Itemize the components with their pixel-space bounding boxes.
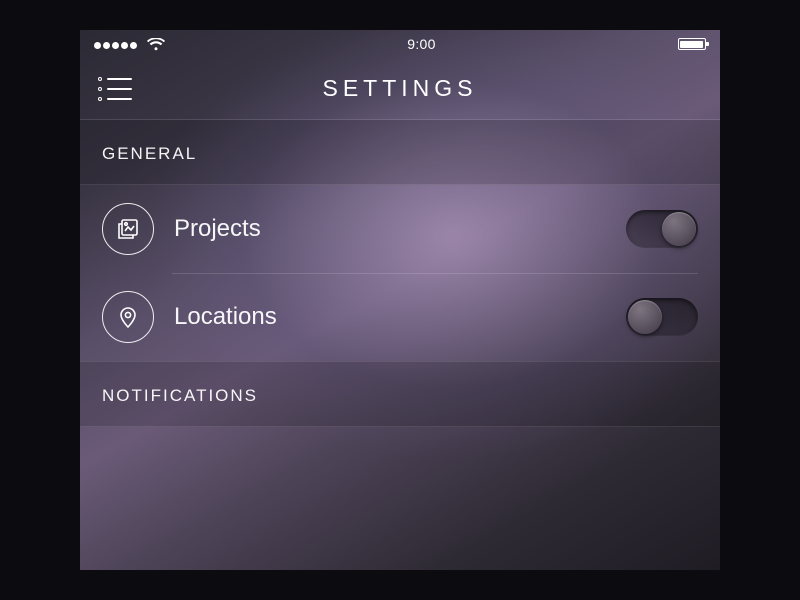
toggle-locations[interactable] [626, 298, 698, 336]
toggle-projects[interactable] [626, 210, 698, 248]
page-title: SETTINGS [80, 75, 720, 102]
section-header-general: GENERAL [80, 120, 720, 185]
signal-dots-icon [94, 37, 139, 52]
settings-screen: 9:00 SETTINGS GENERAL Projects [80, 30, 720, 570]
locations-icon [102, 291, 154, 343]
row-locations-label: Locations [174, 303, 606, 331]
row-projects[interactable]: Projects [80, 185, 720, 273]
wifi-icon [147, 38, 165, 51]
section-header-notifications: NOTIFICATIONS [80, 361, 720, 427]
header: SETTINGS [80, 58, 720, 120]
menu-button[interactable] [98, 77, 132, 101]
row-locations[interactable]: Locations [80, 273, 720, 361]
status-time: 9:00 [407, 36, 435, 52]
battery-icon [678, 38, 706, 50]
status-left [94, 37, 165, 52]
row-projects-label: Projects [174, 215, 606, 243]
status-bar: 9:00 [80, 30, 720, 58]
projects-icon [102, 203, 154, 255]
